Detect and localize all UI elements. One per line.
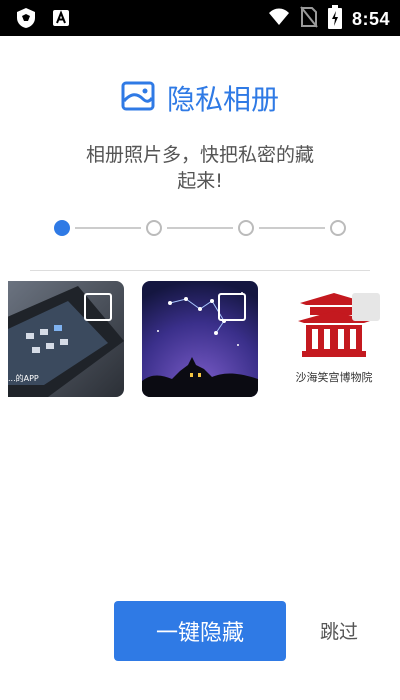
photo-item-phone[interactable]: ...的APP bbox=[8, 281, 124, 397]
step-4-dot bbox=[330, 220, 346, 236]
shield-app-icon bbox=[14, 6, 38, 34]
step-connector bbox=[167, 227, 233, 229]
notification-a-icon bbox=[52, 9, 70, 31]
photo-select-checkbox[interactable] bbox=[84, 293, 112, 321]
step-connector bbox=[75, 227, 141, 229]
photo-item-museum[interactable]: 沙海笑宫博物院 bbox=[276, 281, 392, 397]
no-sim-icon bbox=[300, 6, 318, 32]
status-time: 8:54 bbox=[351, 8, 390, 29]
step-1-dot bbox=[54, 220, 70, 236]
step-connector bbox=[259, 227, 325, 229]
photo-select-checkbox[interactable] bbox=[218, 293, 246, 321]
album-image-icon bbox=[121, 81, 155, 115]
photo-grid: ...的APP 沙海笑宫博物院 bbox=[0, 281, 400, 399]
skip-link[interactable]: 跳过 bbox=[320, 617, 358, 644]
step-2-dot bbox=[146, 220, 162, 236]
step-indicator bbox=[54, 219, 346, 237]
photo-caption: ...的APP bbox=[8, 373, 39, 383]
photo-select-checkbox[interactable] bbox=[352, 293, 380, 321]
battery-charging-icon bbox=[327, 5, 342, 33]
status-bar: 8:54 bbox=[0, 0, 400, 36]
divider bbox=[30, 270, 370, 271]
wifi-icon bbox=[268, 8, 290, 30]
page-title: 隐私相册 bbox=[166, 83, 279, 116]
hide-all-button[interactable]: 一键隐藏 bbox=[114, 601, 286, 661]
subtitle-text: 相册照片多，快把私密的藏起来! bbox=[85, 144, 314, 192]
photo-item-night-sky[interactable] bbox=[142, 281, 258, 397]
step-3-dot bbox=[238, 220, 254, 236]
page-header: 隐私相册 bbox=[0, 78, 400, 118]
museum-caption: 沙海笑宫博物院 bbox=[296, 370, 373, 384]
